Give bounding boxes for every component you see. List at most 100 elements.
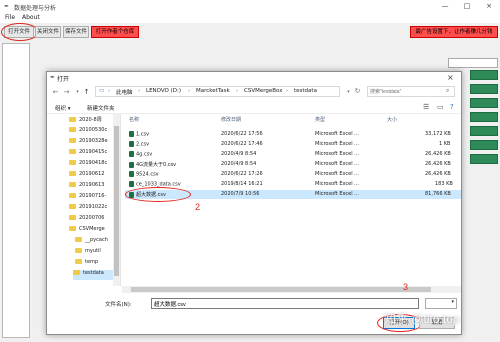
- pc-icon: ▭: [99, 88, 105, 94]
- folder-item[interactable]: 20191022c: [69, 204, 107, 214]
- address-row: ← → ▾ ↑ ▭ › 此电脑 › LENOVO (D:) › MarcketT…: [47, 84, 461, 100]
- dialog-title-bar: ✒ 打开 ×: [47, 72, 461, 84]
- breadcrumb-drive[interactable]: LENOVO (D:): [146, 88, 181, 94]
- file-row[interactable]: 9524.csv 2020/6/22 17:26 Microsoft Excel…: [125, 170, 461, 179]
- breadcrumb-testdata[interactable]: testdata: [294, 88, 317, 94]
- filename-row: 文件名(N): ▾: [47, 297, 461, 311]
- preview-pane-icon[interactable]: ▭: [437, 103, 444, 111]
- search-input[interactable]: [368, 87, 438, 96]
- breadcrumb-sep: ›: [108, 88, 111, 94]
- dialog-close-icon[interactable]: ×: [447, 73, 454, 82]
- up-icon[interactable]: ↑: [82, 88, 91, 96]
- horizontal-scroll-thumb[interactable]: [131, 287, 431, 292]
- folder-item[interactable]: 20200706: [69, 215, 104, 225]
- help-icon[interactable]: ?: [450, 103, 454, 111]
- breadcrumb-pc[interactable]: 此电脑: [116, 88, 133, 96]
- organize-menu[interactable]: 组织 ▾: [55, 104, 71, 112]
- excel-file-icon: [129, 171, 134, 177]
- folder-icon: [75, 237, 82, 242]
- save-file-button[interactable]: 保存文件: [63, 26, 89, 38]
- folder-icon: [75, 259, 82, 264]
- new-folder-button[interactable]: 新建文件夹: [87, 104, 115, 112]
- column-name[interactable]: 名称: [129, 116, 139, 123]
- window-title: 数据处理与分析: [14, 5, 57, 12]
- back-icon[interactable]: ←: [51, 88, 60, 96]
- folder-item[interactable]: myutil: [75, 248, 101, 258]
- folder-icon: [75, 248, 82, 253]
- file-row[interactable]: 4G流量大于0.csv 2020/4/9 8:54 Microsoft Exce…: [125, 160, 461, 169]
- toolbar: 打开文件 关闭文件 保存文件 打开作者个仓库 最广告设置下，让作者赚几分钱: [0, 23, 500, 43]
- side-button-5[interactable]: [470, 126, 498, 136]
- file-list: 名称 修改日期 类型 大小 1.csv 2020/6/22 17:56 Micr…: [125, 114, 461, 286]
- folder-icon: [69, 226, 76, 231]
- view-options-icon[interactable]: ☰: [423, 103, 429, 111]
- command-bar: 组织 ▾ 新建文件夹 ☰ ▭ ?: [47, 101, 461, 114]
- recent-chevron-icon[interactable]: ▾: [73, 89, 82, 95]
- navigation-pane: 2020-8周 20100530c 20190328e 20190415c 20…: [47, 114, 121, 286]
- folder-icon: [69, 171, 76, 176]
- file-row[interactable]: 1.csv 2020/6/22 17:56 Microsoft Excel ..…: [125, 130, 461, 139]
- folder-item[interactable]: 20190716-: [69, 193, 106, 203]
- dialog-title: 打开: [57, 76, 70, 83]
- column-modified[interactable]: 修改日期: [221, 116, 241, 123]
- open-repo-button[interactable]: 打开作者个仓库: [91, 26, 139, 38]
- folder-item[interactable]: 2020-8周: [69, 116, 102, 126]
- maximize-button[interactable]: □: [462, 2, 472, 10]
- filename-input[interactable]: [151, 298, 419, 309]
- search-icon[interactable]: ⌕: [446, 87, 449, 95]
- column-size[interactable]: 大小: [387, 116, 397, 123]
- support-author-button[interactable]: 最广告设置下，让作者赚几分钱: [410, 26, 498, 38]
- menu-file[interactable]: File: [5, 14, 15, 21]
- side-button-1[interactable]: [470, 70, 498, 80]
- search-box: ⌕: [367, 86, 455, 97]
- filename-label: 文件名(N):: [105, 302, 132, 308]
- side-button-2[interactable]: [470, 84, 498, 94]
- excel-file-icon: [129, 161, 134, 168]
- folder-icon: [69, 117, 76, 122]
- breadcrumb-sep: ›: [138, 88, 141, 94]
- side-button-3[interactable]: [470, 98, 498, 108]
- folder-item[interactable]: 20190415c: [69, 149, 107, 159]
- folder-icon: [69, 182, 76, 187]
- folder-item[interactable]: CSVMerge: [69, 226, 105, 236]
- folder-item-selected[interactable]: testdata: [73, 270, 113, 280]
- folder-icon: [73, 270, 80, 275]
- folder-item[interactable]: temp: [75, 259, 98, 269]
- minimize-button[interactable]: —: [440, 2, 450, 10]
- refresh-icon[interactable]: ↻: [353, 87, 362, 95]
- folder-item[interactable]: 20190612: [69, 171, 104, 181]
- close-button[interactable]: ×: [484, 2, 494, 10]
- top-scrollbar[interactable]: [448, 58, 498, 68]
- breadcrumb-markettask[interactable]: MarcketTask: [196, 88, 230, 94]
- folder-icon: [69, 149, 76, 154]
- side-button-4[interactable]: [470, 112, 498, 122]
- breadcrumb-sep: ›: [286, 88, 289, 94]
- excel-file-icon: [129, 151, 134, 157]
- close-file-button[interactable]: 关闭文件: [35, 26, 61, 38]
- folder-item[interactable]: __pycach: [75, 237, 108, 247]
- column-type[interactable]: 类型: [315, 116, 325, 123]
- nav-scroll-thumb[interactable]: [114, 126, 119, 276]
- breadcrumb-csvmergebox[interactable]: CSVMergeBox: [244, 88, 283, 94]
- side-button-7[interactable]: [470, 154, 498, 164]
- dialog-feather-icon: ✒: [50, 74, 56, 81]
- folder-item[interactable]: 20190418c: [69, 160, 107, 170]
- side-button-6[interactable]: [470, 140, 498, 150]
- forward-icon[interactable]: →: [62, 88, 71, 96]
- folder-item[interactable]: 20190328e: [69, 138, 108, 148]
- excel-file-icon: [129, 141, 134, 147]
- folder-item[interactable]: 20100530c: [69, 127, 107, 137]
- watermark: 知乎 @tito.top: [384, 312, 460, 326]
- file-type-select[interactable]: ▾: [425, 298, 457, 309]
- folder-item[interactable]: 20190613: [69, 182, 104, 192]
- address-bar[interactable]: ▭ › 此电脑 › LENOVO (D:) › MarcketTask › CS…: [95, 86, 340, 97]
- annotation-circle-2: [125, 187, 191, 202]
- address-dropdown-icon[interactable]: ▾: [344, 89, 353, 95]
- breadcrumb-sep: ›: [236, 88, 239, 94]
- annotation-circle-1: [1, 23, 39, 41]
- file-row[interactable]: 4g.csv 2020/4/9 8:54 Microsoft Excel ...…: [125, 150, 461, 159]
- title-bar: ✒ 数据处理与分析 — □ ×: [0, 0, 500, 13]
- file-row[interactable]: 2.csv 2020/6/22 17:46 Microsoft Excel ..…: [125, 140, 461, 149]
- app-feather-icon: ✒: [4, 3, 10, 10]
- menu-about[interactable]: About: [22, 14, 40, 21]
